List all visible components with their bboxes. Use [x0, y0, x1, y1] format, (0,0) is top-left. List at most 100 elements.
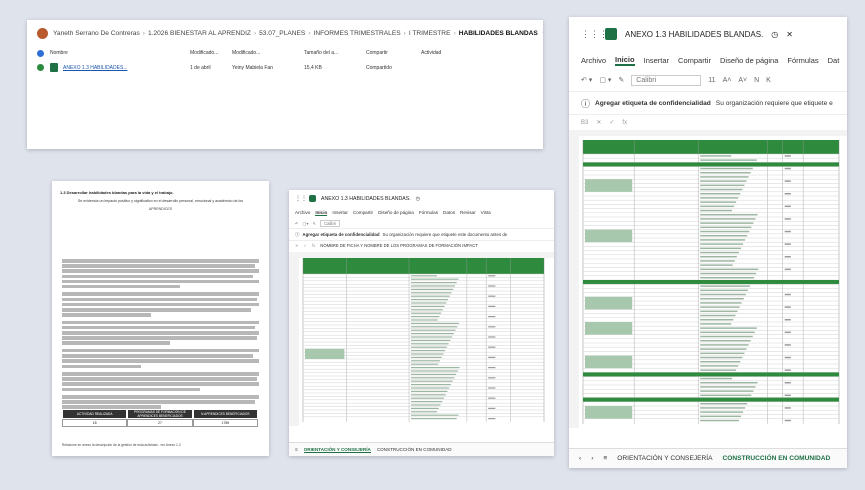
- column-sharing[interactable]: Compartir: [366, 50, 421, 56]
- breadcrumb-item[interactable]: 1.2026 BIENESTAR AL APRENDIZ: [148, 30, 251, 37]
- text-block: [62, 395, 259, 409]
- sheet-cell: [411, 292, 452, 294]
- tab-orientacion[interactable]: ORIENTACIÓN Y CONSEJERÍA: [617, 455, 712, 462]
- italic-icon[interactable]: K: [766, 77, 771, 84]
- menu-diseno[interactable]: Diseño de página: [720, 56, 778, 65]
- menu-compartir[interactable]: Compartir: [353, 210, 373, 215]
- excel-icon: [309, 195, 316, 202]
- table-cell: 27: [127, 419, 193, 427]
- sheet-cell: [488, 418, 496, 420]
- cancel-icon[interactable]: ✕: [295, 243, 299, 248]
- clock-icon: ◷: [771, 29, 779, 39]
- column-name[interactable]: Nombre: [50, 50, 190, 56]
- paste-icon[interactable]: ▢ ▾: [599, 76, 611, 84]
- menu-inicio[interactable]: Inicio: [315, 210, 328, 216]
- sheet-cell: [411, 343, 449, 345]
- tabs-menu-icon[interactable]: ≡: [295, 447, 298, 452]
- breadcrumb-owner[interactable]: Yaneth Serrano De Contreras: [53, 30, 140, 37]
- undo-icon[interactable]: ↶ ▾: [581, 76, 592, 84]
- sheet-cell: [784, 344, 791, 346]
- menu-insertar[interactable]: Insertar: [644, 56, 669, 65]
- sheet-cell: [411, 390, 448, 392]
- column-size[interactable]: Tamaño del a...: [304, 50, 366, 56]
- confidentiality-label[interactable]: Agregar etiqueta de confidencialidad: [595, 100, 711, 107]
- list-item[interactable]: ANEXO 1.3 HABILIDADES... 1 de abril Yein…: [27, 60, 543, 75]
- workbook-title[interactable]: ANEXO 1.3 HABILIDADES BLANDAS.: [321, 196, 411, 202]
- tab-construccion[interactable]: CONSTRUCCIÓN EN COMUNIDAD: [377, 447, 452, 452]
- sheet-cell: [411, 329, 456, 331]
- sheet-cell: [411, 370, 458, 372]
- menu-datos[interactable]: Dat: [828, 56, 840, 65]
- star-icon[interactable]: ☆: [542, 29, 543, 37]
- menu-archivo[interactable]: Archivo: [295, 210, 310, 215]
- sheet-cell: [700, 411, 744, 413]
- breadcrumb-item[interactable]: I TRIMESTRE: [409, 30, 451, 37]
- sheet-cell: [411, 397, 445, 399]
- sheet-cell: [488, 387, 496, 389]
- pin-icon[interactable]: ✕: [786, 30, 793, 39]
- sheet-cell: [784, 218, 791, 220]
- row-checkbox[interactable]: [37, 64, 44, 71]
- sheet-cell: [700, 382, 758, 384]
- menu-vista[interactable]: Vista: [481, 210, 491, 215]
- sheet-cell: [411, 316, 440, 318]
- sheet-cell: [411, 299, 449, 301]
- formula-input[interactable]: NOMBRE DE FICHA Y NOMBRE DE LOS PROGRAMA…: [320, 243, 478, 248]
- tabs-menu-icon[interactable]: ≡: [603, 455, 607, 462]
- menu-compartir[interactable]: Compartir: [678, 56, 711, 65]
- file-name-link[interactable]: ANEXO 1.3 HABILIDADES...: [63, 65, 127, 71]
- app-grid-icon[interactable]: ⋮⋮⋮: [581, 29, 608, 40]
- menu-formulas[interactable]: Fórmulas: [787, 56, 818, 65]
- sheet-cell: [784, 155, 791, 157]
- confidentiality-label[interactable]: Agregar etiqueta de confidencialidad: [302, 232, 379, 237]
- sheet-cell: [784, 256, 791, 258]
- breadcrumb-item[interactable]: 53.07_PLANES: [259, 30, 305, 37]
- breadcrumb-item[interactable]: INFORMES TRIMESTRALES: [314, 30, 401, 37]
- tab-orientacion[interactable]: ORIENTACIÓN Y CONSEJERÍA: [303, 447, 371, 453]
- menu-diseno[interactable]: Diseño de página: [378, 210, 414, 215]
- cancel-icon[interactable]: ✕: [596, 119, 601, 126]
- tab-construccion[interactable]: CONSTRUCCIÓN EN COMUNIDAD: [723, 455, 831, 462]
- nav-next-icon[interactable]: ›: [591, 455, 593, 462]
- paste-icon[interactable]: ▢▾: [303, 221, 309, 226]
- shrink-font-icon[interactable]: A˅: [738, 77, 747, 84]
- menu-insertar[interactable]: Insertar: [332, 210, 348, 215]
- spreadsheet-grid[interactable]: [569, 130, 847, 448]
- sheet-tabs: ≡ ORIENTACIÓN Y CONSEJERÍA CONSTRUCCIÓN …: [289, 442, 554, 456]
- font-name-select[interactable]: Calibri: [631, 74, 702, 86]
- bold-icon[interactable]: N: [754, 77, 759, 84]
- sheet-cell: [583, 162, 839, 167]
- sheet-cell: [700, 403, 748, 405]
- menu-formulas[interactable]: Fórmulas: [419, 210, 438, 215]
- undo-icon[interactable]: ↶: [295, 221, 299, 226]
- grow-font-icon[interactable]: A˄: [723, 77, 732, 84]
- name-box[interactable]: B3: [581, 120, 588, 126]
- font-name-select[interactable]: Calibri: [320, 219, 340, 227]
- sheet-cell: [700, 193, 741, 195]
- confidentiality-text: Su organización requiere que etiquete e: [715, 99, 833, 107]
- confirm-icon[interactable]: ✓: [304, 243, 308, 248]
- column-activity[interactable]: Actividad: [421, 50, 481, 56]
- sheet-cell: [411, 285, 455, 287]
- chevron-right-icon: ›: [403, 29, 406, 37]
- sheet-cell: [700, 407, 746, 409]
- menu-archivo[interactable]: Archivo: [581, 56, 606, 65]
- fx-icon[interactable]: fx: [312, 243, 315, 248]
- confirm-icon[interactable]: ✓: [609, 119, 614, 126]
- app-grid-icon[interactable]: ⋮⋮: [295, 195, 307, 202]
- menu-revisar[interactable]: Revisar: [460, 210, 476, 215]
- menu-inicio[interactable]: Inicio: [615, 55, 635, 66]
- format-painter-icon[interactable]: ✎: [313, 221, 317, 226]
- column-modified[interactable]: Modificado...: [190, 50, 232, 56]
- column-modified-by[interactable]: Modificado...: [232, 50, 304, 56]
- font-size-select[interactable]: 11: [708, 77, 715, 84]
- select-all-checkbox[interactable]: [37, 49, 44, 57]
- spreadsheet-grid[interactable]: [289, 252, 554, 440]
- fx-icon[interactable]: fx: [622, 120, 627, 126]
- menu-datos[interactable]: Datos: [443, 210, 455, 215]
- format-painter-icon[interactable]: ✎: [618, 76, 624, 84]
- workbook-title[interactable]: ANEXO 1.3 HABILIDADES BLANDAS.: [625, 30, 763, 39]
- nav-prev-icon[interactable]: ‹: [579, 455, 581, 462]
- sheet-cell: [411, 326, 458, 328]
- sheet-cell: [700, 264, 733, 266]
